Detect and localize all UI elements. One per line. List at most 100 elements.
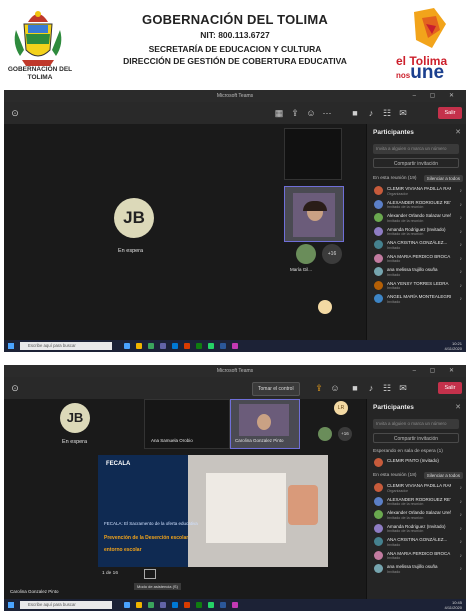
teams-taskbar-icon[interactable] — [160, 602, 166, 608]
powerpoint-icon[interactable] — [184, 602, 190, 608]
powerpoint-icon[interactable] — [184, 343, 190, 349]
mic-icon[interactable]: ♪ — [460, 269, 463, 275]
participant-row[interactable]: ANGEL MARÍA MONTEALEGRE... Invitado ♪ — [367, 292, 466, 306]
active-speaker-tile[interactable]: Carolina Gonzalez Pinto — [230, 399, 300, 449]
mic-icon[interactable]: ♪ — [460, 499, 463, 505]
mic-icon[interactable]: ♪ — [460, 526, 463, 532]
app-icon[interactable] — [232, 343, 238, 349]
participant-row[interactable]: ANA MARIA PERDICO BROCA Invitado ♪ — [367, 252, 466, 266]
share-invite-button[interactable]: Compartir invitación — [373, 158, 459, 168]
empty-video-tile — [284, 128, 342, 180]
mic-icon[interactable]: ♪ — [366, 108, 376, 118]
camera-icon[interactable]: ■ — [350, 383, 360, 393]
taskview-icon[interactable] — [124, 602, 130, 608]
share-invite-button[interactable]: Compartir invitación — [373, 433, 459, 443]
video-tile-2[interactable]: Ana Samuela Orobio — [144, 399, 230, 449]
in-meeting-section-label[interactable]: En esta reunión (19) — [373, 176, 416, 181]
excel-icon[interactable] — [196, 602, 202, 608]
windows-start-icon[interactable] — [8, 343, 14, 349]
chrome-icon[interactable] — [148, 343, 154, 349]
participant-thumbnail[interactable] — [296, 244, 316, 264]
excel-icon[interactable] — [196, 343, 202, 349]
mic-icon[interactable]: ♪ — [460, 485, 463, 491]
lobby-section-label[interactable]: Esperando en sala de espera (1) — [373, 449, 443, 454]
participant-row[interactable]: Amanda Rodriguez (Invitado) Invitado de l… — [367, 522, 466, 536]
app-icon[interactable] — [232, 602, 238, 608]
leave-button[interactable]: Salir — [438, 107, 462, 119]
mic-icon[interactable]: ♪ — [460, 553, 463, 559]
participant-row[interactable]: Alexander Orlando Salazar Ureña...Invita… — [367, 211, 466, 225]
window-controls[interactable]: – ▢ ✕ — [413, 367, 460, 374]
word-icon[interactable] — [220, 602, 226, 608]
participant-row[interactable]: CLEMIR VIVIANA PADILLA RAMI...Organizado… — [367, 184, 466, 198]
mic-icon[interactable]: ♪ — [460, 256, 463, 262]
slide-nav-button[interactable] — [144, 569, 156, 579]
participant-row[interactable]: ANA CRISTINA GONZÁLEZ... Invitado ♪ — [367, 535, 466, 549]
share-tray-icon[interactable]: ⇪ — [314, 383, 324, 393]
reactions-icon[interactable]: ☺ — [330, 383, 340, 393]
word-icon[interactable] — [220, 343, 226, 349]
invite-search-input[interactable]: Invita a alguien o marca un número — [373, 419, 459, 429]
mic-icon[interactable]: ♪ — [460, 296, 463, 302]
taskbar-search-input[interactable]: Escribe aquí para buscar — [20, 342, 112, 350]
active-speaker-tile[interactable] — [284, 186, 344, 242]
participant-row[interactable]: ALEXANDER RODRIGUEZ RETIRA...Invitado de… — [367, 495, 466, 509]
mic-icon[interactable]: ♪ — [460, 229, 463, 235]
mute-all-button[interactable]: Silenciar a todos — [423, 472, 463, 479]
tile3-caption: Carolina Gonzalez Pinto — [235, 438, 284, 443]
close-icon[interactable]: ✕ — [455, 128, 461, 136]
mute-all-button[interactable]: Silenciar a todos — [423, 175, 463, 182]
in-meeting-section-label[interactable]: En esta reunión (18) — [373, 473, 416, 478]
participants-icon[interactable]: ☷ — [382, 383, 392, 393]
whatsapp-icon[interactable] — [208, 602, 214, 608]
meeting-toolbar: ⊙ ▦ ⇪ ☺ ⋯ ■ ♪ ☷ ✉ Salir — [4, 102, 466, 124]
participant-row[interactable]: CLEMIR VIVIANA PADILLA RAMI...Organizado… — [367, 481, 466, 495]
lobby-person-row[interactable]: CLEMIR PINTO (Invitado) — [367, 456, 466, 470]
teams-taskbar-icon[interactable] — [160, 343, 166, 349]
take-control-button[interactable]: Tomar el control — [252, 382, 300, 396]
camera-icon[interactable]: ■ — [350, 108, 360, 118]
edge-icon[interactable] — [172, 602, 178, 608]
chat-icon[interactable]: ✉ — [398, 108, 408, 118]
whatsapp-icon[interactable] — [208, 343, 214, 349]
mic-icon[interactable]: ♪ — [460, 539, 463, 545]
lobby-person-avatar — [374, 458, 383, 467]
edge-icon[interactable] — [172, 343, 178, 349]
participant-row[interactable]: ana melissa trujillo osuña Invitado ♪ — [367, 265, 466, 279]
mic-icon[interactable]: ♪ — [460, 215, 463, 221]
participant-row[interactable]: ana melissa trujillo osuña Invitado ♪ — [367, 562, 466, 576]
mic-icon[interactable]: ♪ — [460, 202, 463, 208]
more-actions-icon[interactable]: ⋯ — [322, 108, 332, 118]
participants-icon[interactable]: ☷ — [382, 108, 392, 118]
mic-icon[interactable]: ♪ — [460, 283, 463, 289]
participant-row[interactable]: ANA YENSY TORRES LEDRA Invitado ♪ — [367, 279, 466, 293]
participant-thumbnail[interactable] — [318, 427, 332, 441]
mic-icon[interactable]: ♪ — [366, 383, 376, 393]
chat-icon[interactable]: ✉ — [398, 383, 408, 393]
taskview-icon[interactable] — [124, 343, 130, 349]
chrome-icon[interactable] — [148, 602, 154, 608]
participant-row[interactable]: ANA CRISTINA GONZÁLEZ... Invitado ♪ — [367, 238, 466, 252]
mic-icon[interactable]: ♪ — [460, 566, 463, 572]
window-controls[interactable]: – ▢ ✕ — [413, 92, 460, 99]
overflow-count-badge[interactable]: +16 — [322, 244, 342, 264]
windows-start-icon[interactable] — [8, 602, 14, 608]
video-stage: JB En espera Ana Samuela Orobio Carolina… — [4, 399, 366, 599]
participant-row[interactable]: ANA MARIA PERDICO BROCA Invitado ♪ — [367, 549, 466, 563]
taskbar-search-input[interactable]: Escribe aquí para buscar — [20, 601, 112, 609]
invite-search-input[interactable]: Invita a alguien o marca un número — [373, 144, 459, 154]
overflow-count-badge[interactable]: +16 — [338, 427, 352, 441]
mic-icon[interactable]: ♪ — [460, 512, 463, 518]
reactions-icon[interactable]: ☺ — [306, 108, 316, 118]
file-explorer-icon[interactable] — [136, 602, 142, 608]
participant-row[interactable]: Amanda Rodriguez (Invitado) Invitado de l… — [367, 225, 466, 239]
close-icon[interactable]: ✕ — [455, 403, 461, 411]
leave-button[interactable]: Salir — [438, 382, 462, 394]
grid-view-icon[interactable]: ▦ — [274, 108, 284, 118]
participant-row[interactable]: Alexander Orlando Salazar Ureña...Invita… — [367, 508, 466, 522]
share-tray-icon[interactable]: ⇪ — [290, 108, 300, 118]
mic-icon[interactable]: ♪ — [460, 242, 463, 248]
participant-row[interactable]: ALEXANDER RODRIGUEZ RETIRA...Invitado de… — [367, 198, 466, 212]
mic-icon[interactable]: ♪ — [460, 188, 463, 194]
file-explorer-icon[interactable] — [136, 343, 142, 349]
